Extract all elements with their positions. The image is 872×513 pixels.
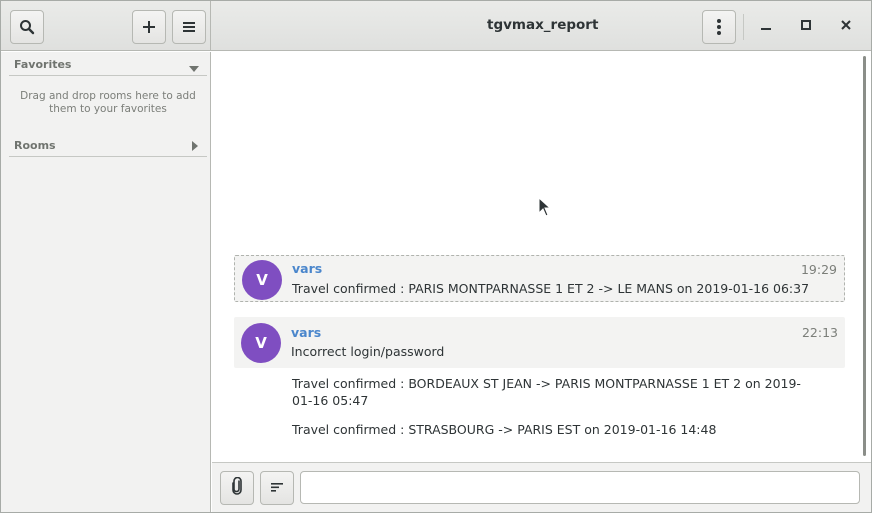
scrollbar[interactable] xyxy=(863,56,866,456)
search-icon xyxy=(19,19,35,35)
message-row[interactable]: V vars 22:13 Incorrect login/password xyxy=(234,317,845,368)
chevron-right-icon xyxy=(192,140,198,155)
paperclip-icon xyxy=(231,476,243,499)
avatar[interactable]: V xyxy=(241,323,281,363)
rooms-label: Rooms xyxy=(14,139,56,152)
headerbar: tgvmax_report xyxy=(1,1,871,51)
message-input[interactable] xyxy=(300,471,860,504)
message-sender[interactable]: vars xyxy=(292,261,322,276)
search-button[interactable] xyxy=(10,10,44,44)
maximize-button[interactable] xyxy=(794,14,818,38)
message-text: Incorrect login/password xyxy=(291,344,445,359)
favorites-section-header[interactable]: Favorites xyxy=(9,54,207,76)
app-menu-button[interactable] xyxy=(172,10,206,44)
avatar[interactable]: V xyxy=(242,260,282,300)
close-icon xyxy=(841,19,851,34)
message-time: 22:13 xyxy=(801,325,838,340)
text-format-icon xyxy=(271,481,283,496)
favorites-label: Favorites xyxy=(14,58,72,71)
hamburger-icon xyxy=(182,21,196,33)
minimize-button[interactable] xyxy=(754,14,778,38)
chevron-down-icon xyxy=(189,61,199,76)
app-window: tgvmax_report Favorites Drag and drop ro… xyxy=(0,0,872,513)
mouse-pointer-icon xyxy=(538,196,552,221)
vertical-dots-icon xyxy=(716,18,722,36)
minimize-icon xyxy=(761,19,771,34)
message-time: 19:29 xyxy=(800,262,837,277)
attach-button[interactable] xyxy=(220,471,254,505)
close-button[interactable] xyxy=(834,14,858,38)
add-room-button[interactable] xyxy=(132,10,166,44)
format-button[interactable] xyxy=(260,471,294,505)
message-row[interactable]: V vars 19:29 Travel confirmed : PARIS MO… xyxy=(234,255,845,302)
composer-bar xyxy=(212,462,871,512)
maximize-icon xyxy=(801,19,811,34)
message-continuation: Travel confirmed : STRASBOURG -> PARIS E… xyxy=(292,422,717,437)
plus-icon xyxy=(142,20,156,34)
room-menu-button[interactable] xyxy=(702,10,736,44)
room-sidebar: Favorites Drag and drop rooms here to ad… xyxy=(1,52,211,512)
rooms-section-header[interactable]: Rooms xyxy=(9,135,207,157)
sidebar-header xyxy=(1,1,211,51)
favorites-hint: Drag and drop rooms here to add them to … xyxy=(20,90,196,115)
header-separator xyxy=(743,14,744,40)
message-text: Travel confirmed : PARIS MONTPARNASSE 1 … xyxy=(292,281,810,296)
message-continuation: Travel confirmed : BORDEAUX ST JEAN -> P… xyxy=(292,376,801,408)
message-sender[interactable]: vars xyxy=(291,325,321,340)
